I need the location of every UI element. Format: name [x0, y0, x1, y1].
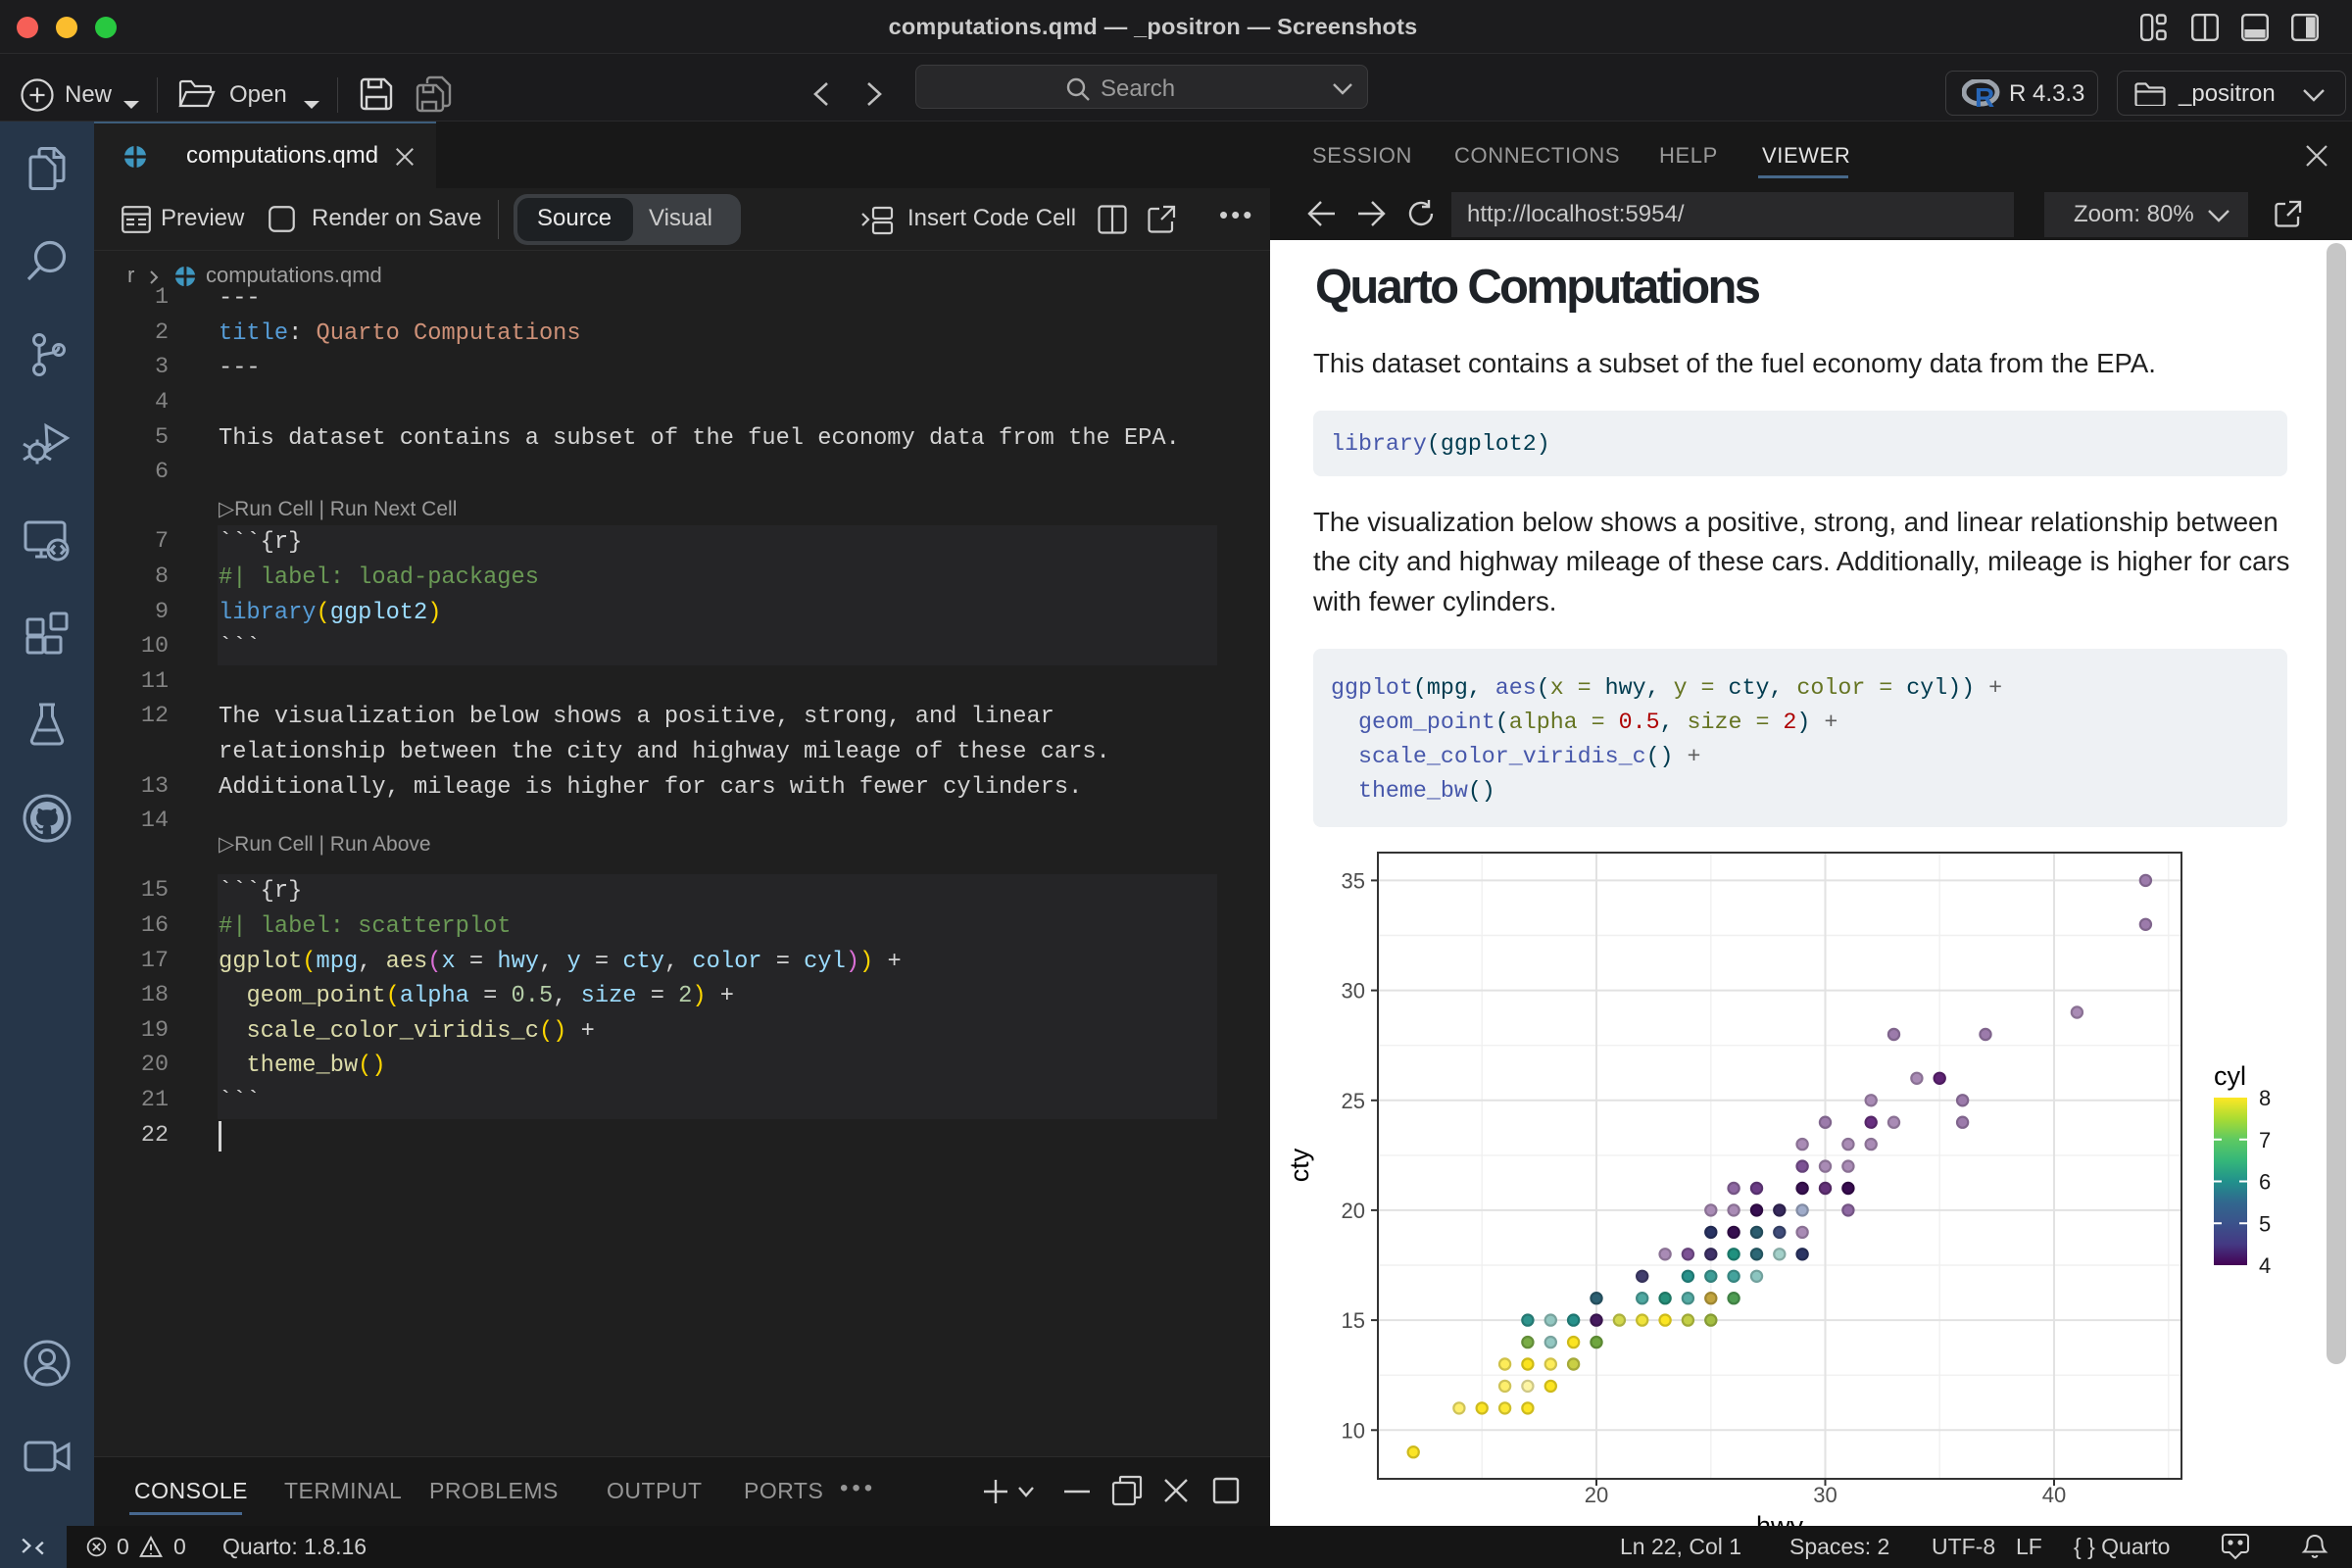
svg-text:30: 30: [1342, 979, 1365, 1004]
svg-text:15: 15: [1342, 1308, 1365, 1333]
svg-text:30: 30: [1813, 1483, 1837, 1507]
svg-text:20: 20: [1342, 1199, 1365, 1223]
svg-text:20: 20: [1585, 1483, 1608, 1507]
svg-text:25: 25: [1342, 1089, 1365, 1113]
svg-text:hwy: hwy: [1756, 1511, 1804, 1526]
svg-text:cty: cty: [1287, 1148, 1314, 1182]
svg-text:8: 8: [2259, 1086, 2271, 1110]
svg-text:R: R: [1975, 82, 1994, 109]
svg-text:35: 35: [1342, 868, 1365, 893]
svg-text:6: 6: [2259, 1170, 2271, 1195]
svg-text:7: 7: [2259, 1128, 2271, 1152]
svg-text:cyl: cyl: [2214, 1061, 2246, 1091]
svg-text:40: 40: [2042, 1483, 2066, 1507]
svg-text:5: 5: [2259, 1211, 2271, 1236]
svg-text:4: 4: [2259, 1253, 2271, 1278]
svg-text:10: 10: [1342, 1418, 1365, 1443]
